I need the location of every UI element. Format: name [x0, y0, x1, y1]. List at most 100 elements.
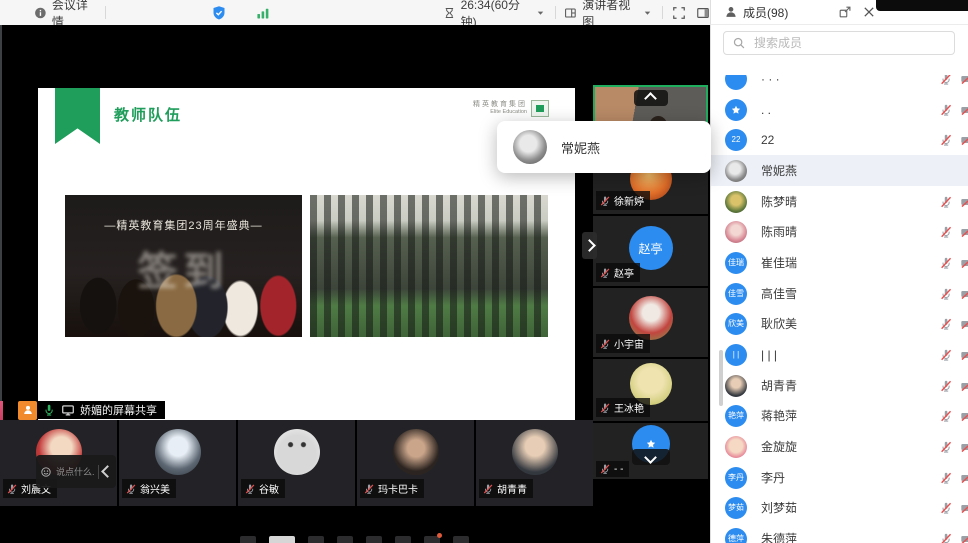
member-row[interactable]: . .	[711, 94, 968, 125]
close-icon[interactable]	[862, 5, 876, 19]
camera-muted-icon[interactable]	[960, 348, 968, 362]
mic-muted-icon[interactable]	[939, 348, 953, 362]
camera-muted-icon[interactable]	[960, 256, 968, 270]
member-row[interactable]: 胡青青	[711, 370, 968, 401]
camera-muted-icon[interactable]	[960, 225, 968, 239]
member-row[interactable]: 22 22	[711, 124, 968, 155]
chevron-left-icon[interactable]	[101, 465, 114, 478]
video-tile[interactable]: 小宇宙	[593, 288, 708, 357]
camera-muted-icon[interactable]	[960, 471, 968, 485]
slide-logo: 精英教育集团 Elite Education	[473, 100, 549, 117]
mic-muted-icon[interactable]	[939, 225, 953, 239]
video-tile[interactable]: 玛卡巴卡	[357, 420, 474, 506]
video-tile[interactable]: 赵亭 赵亭	[593, 216, 708, 286]
member-status-icons	[939, 532, 968, 543]
member-status-icons	[939, 287, 968, 301]
mic-muted-icon[interactable]	[939, 133, 953, 147]
sharer-avatar-button[interactable]	[18, 401, 37, 420]
dock-app-icon[interactable]	[395, 536, 411, 543]
side-panel-button[interactable]	[696, 6, 710, 20]
camera-muted-icon[interactable]	[960, 409, 968, 423]
member-icon	[724, 5, 738, 19]
dock-app-icon[interactable]	[453, 536, 469, 543]
slide-photo-group	[310, 195, 548, 337]
mic-muted-icon[interactable]	[939, 287, 953, 301]
camera-muted-icon[interactable]	[960, 501, 968, 515]
shared-slide: 教师队伍 精英教育集团 Elite Education 签到 —精英教育集团23…	[38, 88, 575, 420]
photo-caption: —精英教育集团23周年盛典—	[65, 217, 302, 233]
mic-muted-icon	[363, 483, 375, 495]
member-name: 朱德萍	[761, 530, 797, 543]
member-row[interactable]: 李丹 李丹	[711, 462, 968, 493]
network-indicator[interactable]	[255, 5, 271, 21]
video-tile[interactable]: 胡青青	[476, 420, 593, 506]
dock-app-icon[interactable]	[337, 536, 353, 543]
participant-name: 小宇宙	[614, 336, 644, 351]
member-row[interactable]: 梦茹 刘梦茹	[711, 492, 968, 523]
security-indicator[interactable]	[211, 5, 227, 21]
dock-app-icon[interactable]	[269, 536, 295, 543]
popout-icon[interactable]	[838, 5, 852, 19]
avatar	[512, 429, 558, 475]
camera-muted-icon[interactable]	[960, 133, 968, 147]
avatar	[725, 191, 747, 213]
dock-app-icon[interactable]	[424, 536, 440, 543]
video-tile[interactable]: - -	[593, 423, 708, 479]
member-row[interactable]: 佳瑞 崔佳瑞	[711, 247, 968, 278]
member-row-highlighted[interactable]: 常妮燕	[711, 155, 968, 186]
member-row[interactable]: | | | | |	[711, 339, 968, 370]
mic-muted-icon[interactable]	[939, 440, 953, 454]
mic-muted-icon[interactable]	[939, 379, 953, 393]
member-status-icons	[939, 225, 968, 239]
member-row[interactable]: 金旋旋	[711, 431, 968, 462]
mic-muted-icon	[599, 195, 611, 207]
fullscreen-button[interactable]	[672, 6, 686, 20]
expand-strip-button[interactable]	[582, 232, 597, 259]
collapse-down-button[interactable]	[632, 449, 670, 465]
quick-chat-bar[interactable]: 说点什么...	[36, 455, 116, 488]
camera-muted-icon[interactable]	[960, 287, 968, 301]
camera-muted-icon[interactable]	[960, 317, 968, 331]
video-tile[interactable]: 翁兴美	[119, 420, 236, 506]
mic-muted-icon[interactable]	[939, 256, 953, 270]
member-row[interactable]: 陈雨晴	[711, 216, 968, 247]
member-row[interactable]: 陈梦晴	[711, 186, 968, 217]
divider	[98, 465, 99, 479]
avatar: 佳瑞	[725, 252, 747, 274]
member-row[interactable]: 佳雪 高佳雪	[711, 278, 968, 309]
camera-muted-icon[interactable]	[960, 379, 968, 393]
mic-muted-icon[interactable]	[939, 409, 953, 423]
tile-label: 谷敏	[241, 479, 285, 498]
dock-app-icon[interactable]	[308, 536, 324, 543]
mic-muted-icon[interactable]	[939, 532, 953, 543]
mic-muted-icon[interactable]	[939, 501, 953, 515]
camera-muted-icon[interactable]	[960, 195, 968, 209]
chat-placeholder[interactable]: 说点什么...	[56, 465, 94, 478]
mic-muted-icon	[599, 338, 611, 350]
member-status-icons	[939, 133, 968, 147]
member-row[interactable]: 欣美 耿欣美	[711, 308, 968, 339]
collapse-up-button[interactable]	[634, 90, 668, 106]
dock-app-icon[interactable]	[240, 536, 256, 543]
mic-muted-icon[interactable]	[939, 195, 953, 209]
search-icon	[732, 36, 746, 50]
mic-muted-icon[interactable]	[939, 103, 953, 117]
dock-app-icon[interactable]	[366, 536, 382, 543]
mic-muted-icon[interactable]	[939, 317, 953, 331]
mic-on-icon	[42, 403, 56, 417]
video-tile[interactable]: 谷敏	[238, 420, 355, 506]
avatar	[274, 429, 320, 475]
divider	[662, 6, 663, 19]
member-row[interactable]: 艳萍 蒋艳萍	[711, 400, 968, 431]
smiley-icon[interactable]	[40, 466, 52, 478]
video-tile[interactable]: 王冰艳	[593, 359, 708, 421]
camera-muted-icon[interactable]	[960, 103, 968, 117]
member-row[interactable]: 德萍 朱德萍	[711, 523, 968, 543]
camera-muted-icon[interactable]	[960, 532, 968, 543]
member-name: 耿欣美	[761, 315, 797, 332]
search-input[interactable]	[752, 35, 946, 51]
scrollbar[interactable]	[719, 350, 723, 406]
mic-muted-icon[interactable]	[939, 471, 953, 485]
camera-muted-icon[interactable]	[960, 440, 968, 454]
search-box[interactable]	[723, 31, 955, 55]
